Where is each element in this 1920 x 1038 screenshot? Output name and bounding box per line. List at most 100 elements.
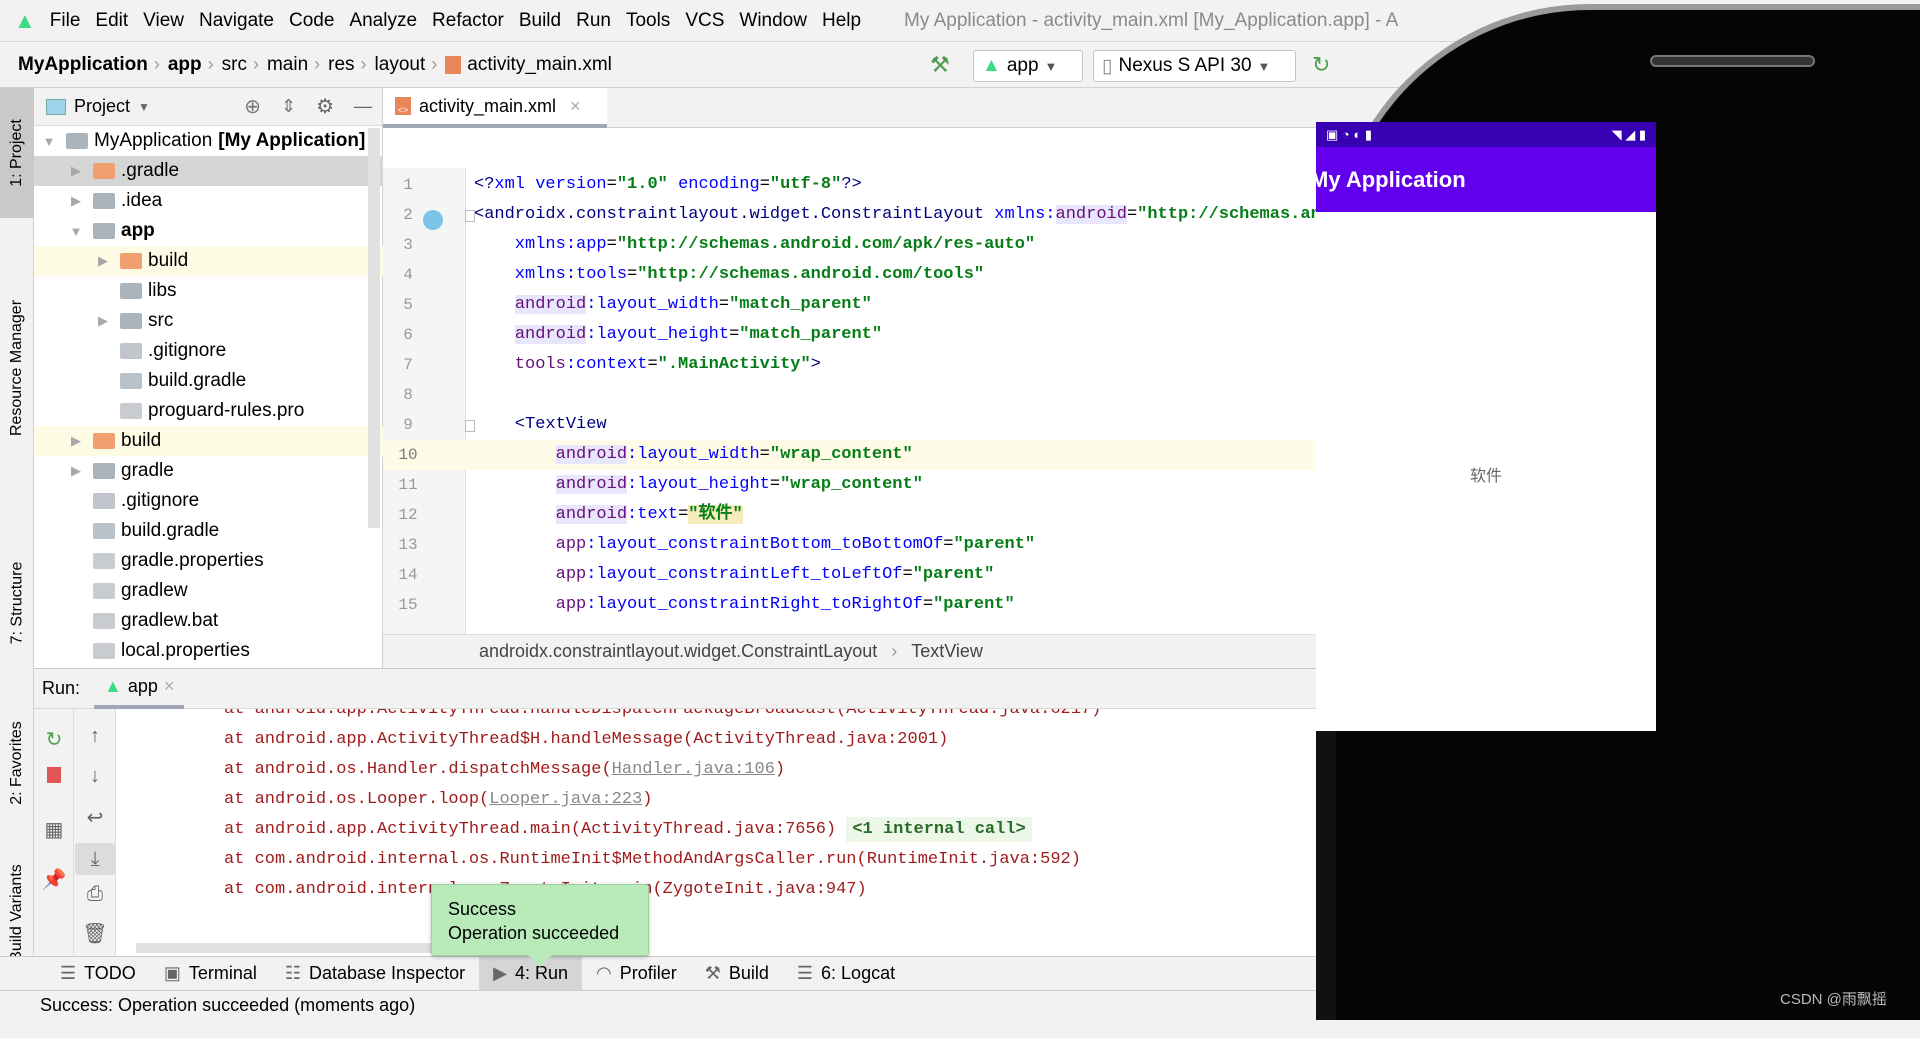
code-line[interactable]: app:layout_constraintBottom_toBottomOf="… bbox=[474, 530, 1036, 560]
code-token: :layout_constraintLeft_toLeftOf bbox=[586, 565, 903, 584]
menu-help[interactable]: Help bbox=[822, 10, 861, 32]
collapse-all-icon[interactable]: ⇕ bbox=[281, 96, 296, 117]
hammer-icon[interactable]: ⚒ bbox=[930, 52, 950, 78]
tree-item[interactable]: gradle.properties bbox=[34, 546, 383, 576]
locate-icon[interactable]: ⊕ bbox=[244, 94, 261, 119]
expand-right-icon[interactable]: ▶ bbox=[69, 193, 83, 209]
code-line[interactable]: tools:context=".MainActivity"> bbox=[474, 350, 821, 380]
code-token: android bbox=[514, 295, 587, 314]
bottom-tab-profiler[interactable]: ◠ Profiler bbox=[582, 957, 691, 991]
expand-right-icon[interactable]: ▶ bbox=[69, 463, 83, 479]
gear-icon[interactable]: ⚙ bbox=[316, 94, 334, 119]
code-line[interactable]: android:layout_height="wrap_content" bbox=[474, 470, 923, 500]
fold-marker-icon[interactable] bbox=[465, 210, 475, 222]
menu-refactor[interactable]: Refactor bbox=[432, 10, 504, 32]
tree-item[interactable]: .gitignore bbox=[34, 486, 383, 516]
bottom-tab-database-inspector[interactable]: ☷ Database Inspector bbox=[271, 957, 479, 991]
tree-item[interactable]: ▶ src bbox=[34, 306, 383, 336]
run-tab-app[interactable]: ▲ app × bbox=[94, 669, 185, 709]
code-line[interactable]: <androidx.constraintlayout.widget.Constr… bbox=[474, 200, 1318, 230]
tree-item[interactable]: ▶ build bbox=[34, 246, 383, 276]
kotlin-class-icon[interactable] bbox=[423, 210, 443, 230]
expand-right-icon[interactable]: ▶ bbox=[69, 433, 83, 449]
tool-tab-resource-manager[interactable]: Resource Manager bbox=[0, 228, 34, 508]
tree-item[interactable]: ▶ build bbox=[34, 426, 383, 456]
code-line[interactable]: xmlns:app="http://schemas.android.com/ap… bbox=[474, 230, 1035, 260]
tree-item[interactable]: local.properties bbox=[34, 636, 383, 666]
expand-right-icon[interactable]: ▶ bbox=[69, 163, 83, 179]
code-line[interactable]: app:layout_constraintLeft_toLeftOf="pare… bbox=[474, 560, 995, 590]
tree-item[interactable]: gradlew bbox=[34, 576, 383, 606]
code-line[interactable]: android:layout_height="match_parent" bbox=[474, 320, 882, 350]
tree-item[interactable]: ▶ gradle bbox=[34, 456, 383, 486]
breadcrumb-activity_main-xml[interactable]: activity_main.xml bbox=[467, 54, 612, 76]
breadcrumb-res[interactable]: res bbox=[328, 54, 354, 76]
device-select[interactable]: ▯ Nexus S API 30 ▼ bbox=[1093, 50, 1296, 82]
chevron-down-icon[interactable]: ▼ bbox=[138, 100, 150, 114]
crumb-constraintlayout[interactable]: androidx.constraintlayout.widget.Constra… bbox=[479, 641, 877, 662]
bottom-tab-6-logcat[interactable]: ☰ 6: Logcat bbox=[783, 957, 909, 991]
menu-tools[interactable]: Tools bbox=[626, 10, 670, 32]
menu-edit[interactable]: Edit bbox=[95, 10, 128, 32]
line-number: 11 bbox=[398, 476, 418, 494]
tree-item[interactable]: proguard-rules.pro bbox=[34, 396, 383, 426]
tree-item[interactable]: build.gradle bbox=[34, 366, 383, 396]
breadcrumb-main[interactable]: main bbox=[267, 54, 308, 76]
menu-build[interactable]: Build bbox=[519, 10, 561, 32]
tree-item[interactable]: gradlew.bat bbox=[34, 606, 383, 636]
code-line[interactable]: android:text="软件" bbox=[474, 500, 743, 530]
menu-analyze[interactable]: Analyze bbox=[349, 10, 417, 32]
expand-right-icon[interactable]: ▶ bbox=[96, 313, 110, 329]
code-line[interactable]: xmlns:tools="http://schemas.android.com/… bbox=[474, 260, 984, 290]
breadcrumb-layout[interactable]: layout bbox=[375, 54, 426, 76]
menu-vcs[interactable]: VCS bbox=[685, 10, 724, 32]
code-token: :layout_width bbox=[627, 445, 760, 464]
bottom-tab-build[interactable]: ⚒ Build bbox=[691, 957, 783, 991]
tree-item[interactable]: libs bbox=[34, 276, 383, 306]
tree-item[interactable]: ▶ .idea bbox=[34, 186, 383, 216]
menu-navigate[interactable]: Navigate bbox=[199, 10, 274, 32]
run-panel-header: Run: ▲ app × bbox=[34, 669, 1318, 709]
breadcrumb-src[interactable]: src bbox=[222, 54, 247, 76]
menu-file[interactable]: File bbox=[50, 10, 81, 32]
menu-run[interactable]: Run bbox=[576, 10, 611, 32]
expand-right-icon[interactable]: ▶ bbox=[96, 253, 110, 269]
close-tab-icon[interactable]: × bbox=[164, 676, 175, 697]
code-line[interactable]: app:layout_constraintRight_toRightOf="pa… bbox=[474, 590, 1015, 620]
expand-down-icon[interactable]: ▼ bbox=[69, 224, 83, 239]
code-token: "parent" bbox=[933, 595, 1015, 614]
bottom-tab-todo[interactable]: ☰ TODO bbox=[46, 957, 150, 991]
fold-marker-icon[interactable] bbox=[465, 420, 475, 432]
tree-item[interactable]: ▼ app bbox=[34, 216, 383, 246]
breadcrumb-app[interactable]: app bbox=[168, 54, 202, 76]
tree-item[interactable]: ▶ .gradle bbox=[34, 156, 383, 186]
menu-window[interactable]: Window bbox=[739, 10, 807, 32]
run-config-select[interactable]: ▲ app ▼ bbox=[973, 50, 1083, 82]
emulator-screen[interactable]: ▣ ◔ ◐ ▮ ◥ ◢ ▮ My Application 软件 bbox=[1310, 122, 1656, 731]
code-line[interactable]: <?xml version="1.0" encoding="utf-8"?> bbox=[474, 170, 862, 200]
code-token: android bbox=[1055, 205, 1127, 224]
menu-code[interactable]: Code bbox=[289, 10, 334, 32]
internal-call-fold[interactable]: <1 internal call> bbox=[846, 817, 1032, 842]
source-link[interactable]: Looper.java:223 bbox=[489, 790, 642, 809]
code-line[interactable]: android:layout_width="wrap_content" bbox=[474, 440, 913, 470]
crumb-textview[interactable]: TextView bbox=[911, 641, 983, 662]
tree-item[interactable]: build.gradle bbox=[34, 516, 383, 546]
breadcrumb-myapplication[interactable]: MyApplication bbox=[18, 54, 148, 76]
source-link[interactable]: Handler.java:106 bbox=[612, 760, 775, 779]
tree-scrollbar[interactable] bbox=[368, 128, 380, 528]
status-message[interactable]: Success: Operation succeeded (moments ag… bbox=[40, 995, 415, 1016]
tree-item[interactable]: .gitignore bbox=[34, 336, 383, 366]
hide-icon[interactable]: — bbox=[354, 96, 372, 117]
menu-view[interactable]: View bbox=[143, 10, 184, 32]
code-line[interactable]: android:layout_width="match_parent" bbox=[474, 290, 872, 320]
trash-icon[interactable]: 🗑 bbox=[75, 921, 115, 946]
bottom-tab-terminal[interactable]: ▣ Terminal bbox=[150, 957, 271, 991]
tool-tab-project[interactable]: 1: Project bbox=[0, 88, 34, 218]
expand-down-icon[interactable]: ▼ bbox=[42, 134, 56, 149]
tree-item[interactable]: ▼ MyApplication [My Application] bbox=[34, 126, 383, 156]
success-notification[interactable]: Success Operation succeeded bbox=[431, 884, 649, 967]
apply-changes-icon[interactable]: ↻ bbox=[1312, 52, 1330, 78]
code-line[interactable]: <TextView bbox=[474, 410, 607, 440]
project-view-select[interactable]: Project bbox=[74, 96, 130, 117]
